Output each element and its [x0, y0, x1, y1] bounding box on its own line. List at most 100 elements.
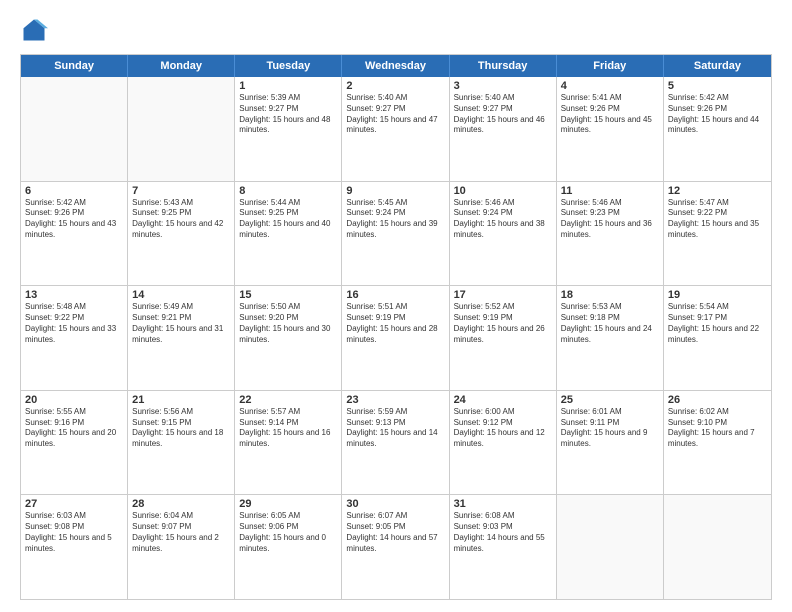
cal-week-3: 13Sunrise: 5:48 AM Sunset: 9:22 PM Dayli… [21, 286, 771, 391]
cell-info: Sunrise: 5:50 AM Sunset: 9:20 PM Dayligh… [239, 302, 337, 345]
cal-week-4: 20Sunrise: 5:55 AM Sunset: 9:16 PM Dayli… [21, 391, 771, 496]
cal-cell [664, 495, 771, 599]
cal-cell: 22Sunrise: 5:57 AM Sunset: 9:14 PM Dayli… [235, 391, 342, 495]
cal-cell: 17Sunrise: 5:52 AM Sunset: 9:19 PM Dayli… [450, 286, 557, 390]
cell-info: Sunrise: 5:52 AM Sunset: 9:19 PM Dayligh… [454, 302, 552, 345]
cal-cell: 19Sunrise: 5:54 AM Sunset: 9:17 PM Dayli… [664, 286, 771, 390]
cell-info: Sunrise: 6:01 AM Sunset: 9:11 PM Dayligh… [561, 407, 659, 450]
day-number: 25 [561, 394, 659, 406]
cal-header-monday: Monday [128, 55, 235, 77]
cal-header-saturday: Saturday [664, 55, 771, 77]
cal-week-2: 6Sunrise: 5:42 AM Sunset: 9:26 PM Daylig… [21, 182, 771, 287]
cell-info: Sunrise: 5:40 AM Sunset: 9:27 PM Dayligh… [346, 93, 444, 136]
cal-cell: 8Sunrise: 5:44 AM Sunset: 9:25 PM Daylig… [235, 182, 342, 286]
day-number: 8 [239, 185, 337, 197]
cal-cell: 20Sunrise: 5:55 AM Sunset: 9:16 PM Dayli… [21, 391, 128, 495]
cell-info: Sunrise: 6:03 AM Sunset: 9:08 PM Dayligh… [25, 511, 123, 554]
cell-info: Sunrise: 5:47 AM Sunset: 9:22 PM Dayligh… [668, 198, 767, 241]
day-number: 11 [561, 185, 659, 197]
cell-info: Sunrise: 5:48 AM Sunset: 9:22 PM Dayligh… [25, 302, 123, 345]
cell-info: Sunrise: 5:51 AM Sunset: 9:19 PM Dayligh… [346, 302, 444, 345]
day-number: 2 [346, 80, 444, 92]
cal-cell: 24Sunrise: 6:00 AM Sunset: 9:12 PM Dayli… [450, 391, 557, 495]
cell-info: Sunrise: 5:54 AM Sunset: 9:17 PM Dayligh… [668, 302, 767, 345]
cell-info: Sunrise: 6:00 AM Sunset: 9:12 PM Dayligh… [454, 407, 552, 450]
cell-info: Sunrise: 6:02 AM Sunset: 9:10 PM Dayligh… [668, 407, 767, 450]
cell-info: Sunrise: 6:04 AM Sunset: 9:07 PM Dayligh… [132, 511, 230, 554]
cell-info: Sunrise: 5:46 AM Sunset: 9:23 PM Dayligh… [561, 198, 659, 241]
day-number: 3 [454, 80, 552, 92]
day-number: 26 [668, 394, 767, 406]
cal-cell: 5Sunrise: 5:42 AM Sunset: 9:26 PM Daylig… [664, 77, 771, 181]
cell-info: Sunrise: 5:59 AM Sunset: 9:13 PM Dayligh… [346, 407, 444, 450]
cal-cell: 14Sunrise: 5:49 AM Sunset: 9:21 PM Dayli… [128, 286, 235, 390]
day-number: 23 [346, 394, 444, 406]
cell-info: Sunrise: 6:08 AM Sunset: 9:03 PM Dayligh… [454, 511, 552, 554]
cell-info: Sunrise: 5:49 AM Sunset: 9:21 PM Dayligh… [132, 302, 230, 345]
day-number: 10 [454, 185, 552, 197]
cell-info: Sunrise: 5:42 AM Sunset: 9:26 PM Dayligh… [668, 93, 767, 136]
cal-header-thursday: Thursday [450, 55, 557, 77]
cal-cell: 21Sunrise: 5:56 AM Sunset: 9:15 PM Dayli… [128, 391, 235, 495]
cell-info: Sunrise: 5:39 AM Sunset: 9:27 PM Dayligh… [239, 93, 337, 136]
calendar-header: SundayMondayTuesdayWednesdayThursdayFrid… [21, 55, 771, 77]
day-number: 18 [561, 289, 659, 301]
day-number: 9 [346, 185, 444, 197]
cal-cell: 31Sunrise: 6:08 AM Sunset: 9:03 PM Dayli… [450, 495, 557, 599]
day-number: 22 [239, 394, 337, 406]
cal-cell: 28Sunrise: 6:04 AM Sunset: 9:07 PM Dayli… [128, 495, 235, 599]
cell-info: Sunrise: 5:44 AM Sunset: 9:25 PM Dayligh… [239, 198, 337, 241]
day-number: 14 [132, 289, 230, 301]
cal-cell: 13Sunrise: 5:48 AM Sunset: 9:22 PM Dayli… [21, 286, 128, 390]
cell-info: Sunrise: 5:43 AM Sunset: 9:25 PM Dayligh… [132, 198, 230, 241]
cal-cell: 9Sunrise: 5:45 AM Sunset: 9:24 PM Daylig… [342, 182, 449, 286]
cal-cell: 6Sunrise: 5:42 AM Sunset: 9:26 PM Daylig… [21, 182, 128, 286]
cal-cell: 4Sunrise: 5:41 AM Sunset: 9:26 PM Daylig… [557, 77, 664, 181]
day-number: 19 [668, 289, 767, 301]
cal-cell [128, 77, 235, 181]
cal-week-5: 27Sunrise: 6:03 AM Sunset: 9:08 PM Dayli… [21, 495, 771, 599]
day-number: 6 [25, 185, 123, 197]
day-number: 12 [668, 185, 767, 197]
cal-week-1: 1Sunrise: 5:39 AM Sunset: 9:27 PM Daylig… [21, 77, 771, 182]
cal-cell: 29Sunrise: 6:05 AM Sunset: 9:06 PM Dayli… [235, 495, 342, 599]
day-number: 31 [454, 498, 552, 510]
day-number: 30 [346, 498, 444, 510]
logo-icon [20, 16, 48, 44]
cell-info: Sunrise: 5:55 AM Sunset: 9:16 PM Dayligh… [25, 407, 123, 450]
calendar: SundayMondayTuesdayWednesdayThursdayFrid… [20, 54, 772, 600]
day-number: 7 [132, 185, 230, 197]
cal-cell [21, 77, 128, 181]
day-number: 13 [25, 289, 123, 301]
cal-cell: 7Sunrise: 5:43 AM Sunset: 9:25 PM Daylig… [128, 182, 235, 286]
cal-cell: 26Sunrise: 6:02 AM Sunset: 9:10 PM Dayli… [664, 391, 771, 495]
day-number: 4 [561, 80, 659, 92]
cell-info: Sunrise: 5:46 AM Sunset: 9:24 PM Dayligh… [454, 198, 552, 241]
cal-cell: 16Sunrise: 5:51 AM Sunset: 9:19 PM Dayli… [342, 286, 449, 390]
cell-info: Sunrise: 6:05 AM Sunset: 9:06 PM Dayligh… [239, 511, 337, 554]
cal-cell: 25Sunrise: 6:01 AM Sunset: 9:11 PM Dayli… [557, 391, 664, 495]
cell-info: Sunrise: 5:45 AM Sunset: 9:24 PM Dayligh… [346, 198, 444, 241]
cal-cell: 27Sunrise: 6:03 AM Sunset: 9:08 PM Dayli… [21, 495, 128, 599]
day-number: 21 [132, 394, 230, 406]
cal-header-sunday: Sunday [21, 55, 128, 77]
day-number: 24 [454, 394, 552, 406]
cell-info: Sunrise: 5:56 AM Sunset: 9:15 PM Dayligh… [132, 407, 230, 450]
calendar-body: 1Sunrise: 5:39 AM Sunset: 9:27 PM Daylig… [21, 77, 771, 599]
logo [20, 16, 52, 44]
cal-header-wednesday: Wednesday [342, 55, 449, 77]
cal-cell: 3Sunrise: 5:40 AM Sunset: 9:27 PM Daylig… [450, 77, 557, 181]
page-header [20, 16, 772, 44]
cell-info: Sunrise: 5:40 AM Sunset: 9:27 PM Dayligh… [454, 93, 552, 136]
day-number: 16 [346, 289, 444, 301]
cal-cell [557, 495, 664, 599]
cal-cell: 23Sunrise: 5:59 AM Sunset: 9:13 PM Dayli… [342, 391, 449, 495]
cell-info: Sunrise: 5:41 AM Sunset: 9:26 PM Dayligh… [561, 93, 659, 136]
day-number: 17 [454, 289, 552, 301]
cal-cell: 12Sunrise: 5:47 AM Sunset: 9:22 PM Dayli… [664, 182, 771, 286]
day-number: 27 [25, 498, 123, 510]
day-number: 1 [239, 80, 337, 92]
day-number: 28 [132, 498, 230, 510]
cal-cell: 10Sunrise: 5:46 AM Sunset: 9:24 PM Dayli… [450, 182, 557, 286]
day-number: 29 [239, 498, 337, 510]
